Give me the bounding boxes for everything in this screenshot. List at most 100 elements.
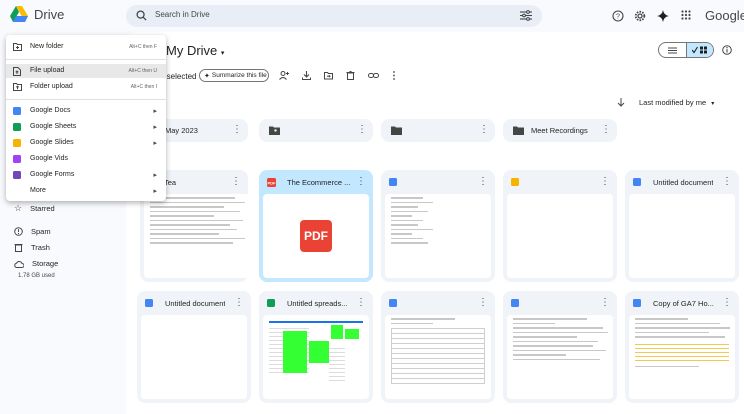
menu-item-label: File upload [30, 67, 65, 74]
more-options-icon[interactable]: ⋮ [600, 177, 610, 187]
pdf-file-icon: PDF [267, 178, 276, 187]
apps-grid-icon[interactable] [681, 10, 691, 20]
more-options-icon[interactable]: ⋮ [357, 125, 367, 135]
folder-card[interactable]: ⋮ [381, 119, 495, 142]
file-card[interactable]: Untitled spreads... ⋮ [259, 291, 373, 403]
file-thumbnail [507, 194, 613, 278]
menu-item-label: Google Docs [30, 107, 71, 114]
file-card[interactable]: ⋮ [503, 291, 617, 403]
menu-item-new-folder[interactable]: New folder Alt+C then F [6, 40, 166, 54]
file-name: Copy of GA7 Ho... [653, 299, 714, 308]
sort-menu[interactable]: Last modified by me ▾ [639, 98, 714, 107]
gemini-sparkle-icon[interactable] [657, 10, 669, 22]
chevron-right-icon: ▸ [153, 172, 157, 179]
share-person-icon[interactable] [279, 71, 289, 80]
file-card[interactable]: Untitled document ⋮ [625, 170, 739, 282]
chevron-right-icon: ▸ [153, 188, 157, 195]
menu-divider [6, 99, 166, 100]
file-card[interactable]: Untitled document ⋮ [137, 291, 251, 403]
settings-gear-icon[interactable] [634, 10, 646, 22]
more-options-icon[interactable]: ⋮ [231, 177, 241, 187]
download-icon[interactable] [302, 71, 311, 80]
menu-item-google-vids[interactable]: Google Vids [6, 152, 166, 166]
search-options-icon[interactable] [520, 10, 532, 21]
file-card[interactable]: PDF The Ecommerce ... ⋮ PDF [259, 170, 373, 282]
page-title[interactable]: My Drive ▾ [166, 43, 224, 58]
file-card[interactable]: ⋮ [381, 170, 495, 282]
file-thumbnail [385, 194, 491, 278]
menu-item-google-docs[interactable]: Google Docs ▸ [6, 104, 166, 118]
copy-link-icon[interactable] [368, 71, 379, 80]
google-slides-icon [13, 139, 21, 147]
sidebar-item-trash[interactable]: Trash [14, 243, 50, 252]
trash-icon[interactable] [346, 71, 355, 80]
move-folder-icon[interactable] [324, 71, 333, 80]
more-options-icon[interactable]: ⋮ [479, 125, 489, 135]
sidebar-item-storage[interactable]: Storage [14, 259, 58, 268]
app-name: Drive [34, 6, 65, 22]
more-options-icon[interactable]: ⋮ [722, 177, 732, 187]
more-options-icon[interactable]: ⋮ [478, 298, 488, 308]
more-options-icon[interactable]: ⋮ [232, 125, 242, 135]
search-bar[interactable]: Search in Drive [126, 5, 542, 27]
google-account-label[interactable]: Google [705, 8, 744, 23]
menu-item-google-sheets[interactable]: Google Sheets ▸ [6, 120, 166, 134]
list-view-button[interactable] [659, 43, 686, 57]
file-thumbnail [629, 194, 735, 278]
docs-file-icon [389, 299, 397, 307]
file-name: Untitled document [165, 299, 226, 308]
drive-logo-icon [10, 6, 28, 22]
help-icon[interactable]: ? [612, 10, 624, 22]
more-options-icon[interactable]: ⋮ [234, 298, 244, 308]
drive-logo[interactable]: Drive [10, 6, 64, 22]
more-options-icon[interactable]: ⋮ [356, 177, 366, 187]
more-options-icon[interactable]: ⋮ [356, 298, 366, 308]
storage-usage-text: 1.78 GB used [18, 273, 55, 279]
file-name: Untitled document [653, 178, 714, 187]
menu-item-label: Google Vids [30, 155, 69, 162]
folder-name: May 2023 [165, 126, 198, 135]
sparkle-icon: ✦ [204, 72, 210, 80]
menu-item-shortcut: Alt+C then F [129, 44, 157, 50]
sort-direction-arrow-icon[interactable] [617, 98, 625, 107]
info-icon[interactable] [722, 45, 732, 55]
google-docs-icon [13, 107, 21, 115]
menu-item-file-upload[interactable]: File upload Alt+C then U [6, 64, 166, 78]
shared-folder-icon [269, 126, 280, 135]
docs-file-icon [633, 178, 641, 186]
search-icon[interactable] [136, 10, 147, 21]
spam-icon [14, 227, 23, 236]
menu-item-google-forms[interactable]: Google Forms ▸ [6, 168, 166, 182]
menu-item-folder-upload[interactable]: Folder upload Alt+C then I [6, 80, 166, 94]
file-card[interactable]: ⋮ [503, 170, 617, 282]
pdf-thumbnail-label: PDF [304, 229, 328, 243]
menu-item-more[interactable]: More ▸ [6, 184, 166, 198]
menu-item-google-slides[interactable]: Google Slides ▸ [6, 136, 166, 150]
file-thumbnail: PDF [263, 194, 369, 278]
slides-file-icon [511, 178, 519, 186]
folder-card[interactable]: ⋮ [259, 119, 373, 142]
file-card[interactable]: Copy of GA7 Ho... ⋮ [625, 291, 739, 403]
docs-file-icon [389, 178, 397, 186]
search-input[interactable]: Search in Drive [155, 10, 210, 19]
more-options-icon[interactable]: ⋮ [722, 298, 732, 308]
sidebar-item-spam[interactable]: Spam [14, 227, 51, 236]
more-options-icon[interactable]: ⋮ [600, 298, 610, 308]
grid-view-icon [691, 46, 707, 54]
more-options-icon[interactable]: ⋮ [478, 177, 488, 187]
file-card[interactable]: ⋮ [381, 291, 495, 403]
view-toggle[interactable] [658, 42, 714, 58]
chevron-down-icon: ▾ [711, 101, 715, 107]
chevron-right-icon: ▸ [153, 140, 157, 147]
docs-file-icon [511, 299, 519, 307]
file-name: Untitled spreads... [287, 299, 348, 308]
menu-item-label: Google Forms [30, 171, 75, 178]
more-actions-icon[interactable] [392, 71, 396, 80]
sidebar-item-label: Starred [30, 204, 55, 213]
more-options-icon[interactable]: ⋮ [601, 125, 611, 135]
summarize-button-label: Summarize this file [211, 72, 267, 79]
summarize-button[interactable]: ✦ Summarize this file [199, 69, 269, 82]
sidebar-item-starred[interactable]: ☆ Starred [14, 203, 55, 214]
folder-card[interactable]: Meet Recordings ⋮ [503, 119, 617, 142]
grid-view-button[interactable] [685, 43, 713, 57]
